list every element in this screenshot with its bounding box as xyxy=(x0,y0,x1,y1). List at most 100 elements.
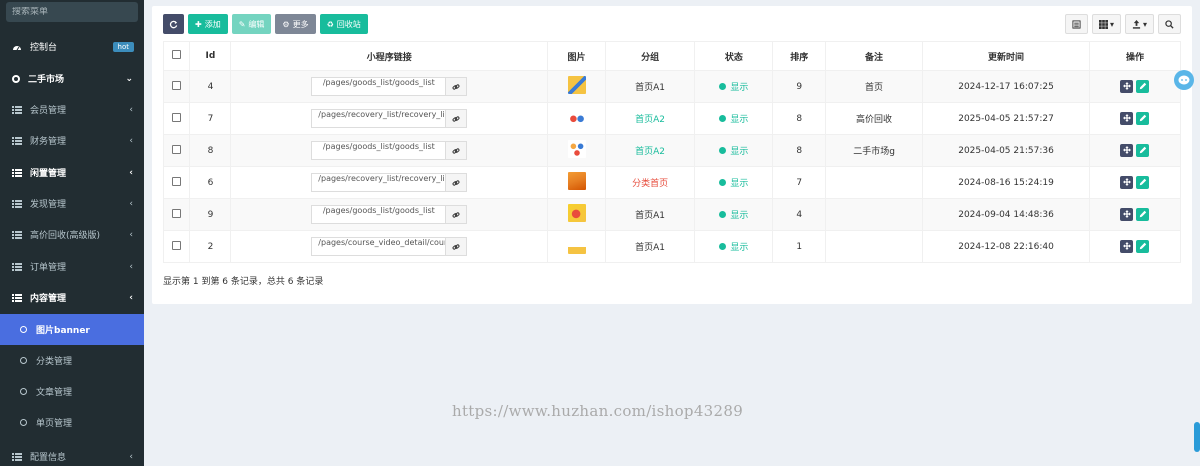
more-button[interactable]: ⚙ 更多 xyxy=(275,14,316,34)
cell-updated: 2024-12-08 22:16:40 xyxy=(922,230,1090,263)
drag-sort-button[interactable] xyxy=(1120,143,1134,157)
search-icon xyxy=(1165,19,1174,29)
link-input[interactable]: /pages/goods_list/goods_list xyxy=(311,205,447,224)
table-row[interactable]: 4 /pages/goods_list/goods_list 首页A1 显示 9… xyxy=(162,70,1182,103)
link-input[interactable]: /pages/goods_list/goods_list xyxy=(311,77,447,96)
sidebar-item-config[interactable]: 配置信息 ‹ xyxy=(0,441,144,466)
add-button[interactable]: ✚ 添加 xyxy=(188,14,228,34)
row-edit-button[interactable] xyxy=(1136,239,1150,253)
move-icon xyxy=(1122,178,1131,187)
copy-link-button[interactable] xyxy=(446,205,468,224)
banner-thumbnail[interactable] xyxy=(567,236,586,254)
header-updated[interactable]: 更新时间 xyxy=(922,41,1090,71)
status-dot-icon xyxy=(719,211,727,218)
row-checkbox[interactable] xyxy=(172,208,182,218)
banner-thumbnail[interactable] xyxy=(567,172,586,190)
copy-link-button[interactable] xyxy=(446,109,468,128)
sidebar-item-recycle-advanced[interactable]: 高价回收(高级版) ‹ xyxy=(0,219,144,250)
copy-link-button[interactable] xyxy=(446,77,468,96)
sidebar-search-input[interactable] xyxy=(12,7,132,17)
sidebar-item-orders[interactable]: 订单管理 ‹ xyxy=(0,251,144,282)
move-icon xyxy=(1122,242,1131,251)
link-input[interactable]: /pages/goods_list/goods_list xyxy=(311,141,447,160)
header-sort[interactable]: 排序 xyxy=(772,41,826,71)
sidebar-search[interactable] xyxy=(6,2,138,22)
chat-bubble-button[interactable] xyxy=(1174,70,1194,90)
scrollbar-thumb[interactable] xyxy=(1194,422,1200,452)
sidebar-item-label: 图片banner xyxy=(36,326,90,336)
refresh-button[interactable] xyxy=(163,14,184,34)
recycle-bin-button[interactable]: ♻ 回收站 xyxy=(319,14,368,34)
sidebar-item-members[interactable]: 会员管理 ‹ xyxy=(0,94,144,125)
sidebar-item-dashboard[interactable]: 控制台 hot xyxy=(0,31,144,62)
header-id[interactable]: Id xyxy=(189,41,232,71)
search-toggle-button[interactable] xyxy=(1158,14,1181,34)
row-checkbox[interactable] xyxy=(172,144,182,154)
row-checkbox[interactable] xyxy=(172,176,182,186)
pencil-icon xyxy=(1139,147,1147,154)
sidebar-item-pages[interactable]: 单页管理 xyxy=(0,407,144,438)
cell-sort: 1 xyxy=(772,230,826,263)
row-edit-button[interactable] xyxy=(1136,79,1150,93)
drag-sort-button[interactable] xyxy=(1120,239,1134,253)
row-edit-button[interactable] xyxy=(1136,143,1150,157)
sidebar-item-label: 控制台 xyxy=(30,43,58,53)
columns-dropdown[interactable]: ▾ xyxy=(1091,14,1121,34)
table-row[interactable]: 7 /pages/recovery_list/recovery_list 首页A… xyxy=(162,102,1182,135)
cell-updated: 2024-09-04 14:48:36 xyxy=(922,198,1090,231)
sidebar-item-finance[interactable]: 财务管理 ‹ xyxy=(0,125,144,156)
header-note: 备注 xyxy=(824,41,924,71)
select-all-checkbox[interactable] xyxy=(172,50,182,59)
list-icon xyxy=(12,262,22,271)
chevron-left-icon: ‹ xyxy=(129,167,133,178)
banner-thumbnail[interactable] xyxy=(567,204,586,222)
status-badge: 显示 xyxy=(719,112,748,125)
row-edit-button[interactable] xyxy=(1136,207,1150,221)
sidebar-item-second-hand[interactable]: 二手市场 ⌄ xyxy=(0,63,144,94)
table-row[interactable]: 9 /pages/goods_list/goods_list 首页A1 显示 4… xyxy=(162,198,1182,231)
table-header-row: Id 小程序链接 图片 分组 状态 排序 备注 更新时间 操作 xyxy=(162,41,1182,71)
table-row[interactable]: 8 /pages/goods_list/goods_list 首页A2 显示 8… xyxy=(162,134,1182,167)
row-actions xyxy=(1120,111,1150,125)
sidebar-item-idle[interactable]: 闲置管理 ‹ xyxy=(0,157,144,188)
link-field: /pages/course_video_detail/course_video xyxy=(311,237,468,256)
link-input[interactable]: /pages/course_video_detail/course_video xyxy=(311,237,447,256)
row-checkbox[interactable] xyxy=(172,80,182,90)
chevron-down-icon: ⌄ xyxy=(125,73,133,84)
table-row[interactable]: 6 /pages/recovery_list/recovery_list 分类首… xyxy=(162,166,1182,199)
sidebar-item-banner[interactable]: 图片banner xyxy=(0,314,144,345)
cell-updated: 2025-04-05 21:57:27 xyxy=(922,102,1090,135)
edit-button[interactable]: ✎ 编辑 xyxy=(231,14,272,34)
sidebar-item-content[interactable]: 内容管理 ‹ xyxy=(0,282,144,313)
row-checkbox[interactable] xyxy=(172,112,182,122)
drag-sort-button[interactable] xyxy=(1120,111,1134,125)
export-dropdown[interactable]: ▾ xyxy=(1124,14,1154,34)
sidebar-item-articles[interactable]: 文章管理 xyxy=(0,376,144,407)
sidebar-item-category[interactable]: 分类管理 xyxy=(0,345,144,376)
chevron-left-icon: ‹ xyxy=(129,104,133,115)
copy-link-button[interactable] xyxy=(446,141,468,160)
row-edit-button[interactable] xyxy=(1136,175,1150,189)
banner-thumbnail[interactable] xyxy=(567,108,586,126)
link-icon xyxy=(452,83,460,90)
chevron-left-icon: ‹ xyxy=(129,198,133,209)
banner-thumbnail[interactable] xyxy=(567,140,586,158)
row-edit-button[interactable] xyxy=(1136,111,1150,125)
toggle-view-button[interactable] xyxy=(1064,14,1088,34)
link-input[interactable]: /pages/recovery_list/recovery_list xyxy=(311,109,447,128)
drag-sort-button[interactable] xyxy=(1120,79,1134,93)
drag-sort-button[interactable] xyxy=(1120,207,1134,221)
banner-thumbnail[interactable] xyxy=(567,76,586,94)
table-row[interactable]: 2 /pages/course_video_detail/course_vide… xyxy=(162,230,1182,263)
copy-link-button[interactable] xyxy=(446,237,468,256)
row-checkbox[interactable] xyxy=(172,240,182,250)
cell-note xyxy=(824,198,924,231)
chevron-left-icon: ‹ xyxy=(129,261,133,272)
link-input[interactable]: /pages/recovery_list/recovery_list xyxy=(311,173,447,192)
select-all-header[interactable] xyxy=(162,41,191,71)
sidebar-item-discover[interactable]: 发现管理 ‹ xyxy=(0,188,144,219)
drag-sort-button[interactable] xyxy=(1120,175,1134,189)
circle-icon xyxy=(12,74,20,83)
plus-icon: ✚ xyxy=(195,19,202,29)
copy-link-button[interactable] xyxy=(446,173,468,192)
